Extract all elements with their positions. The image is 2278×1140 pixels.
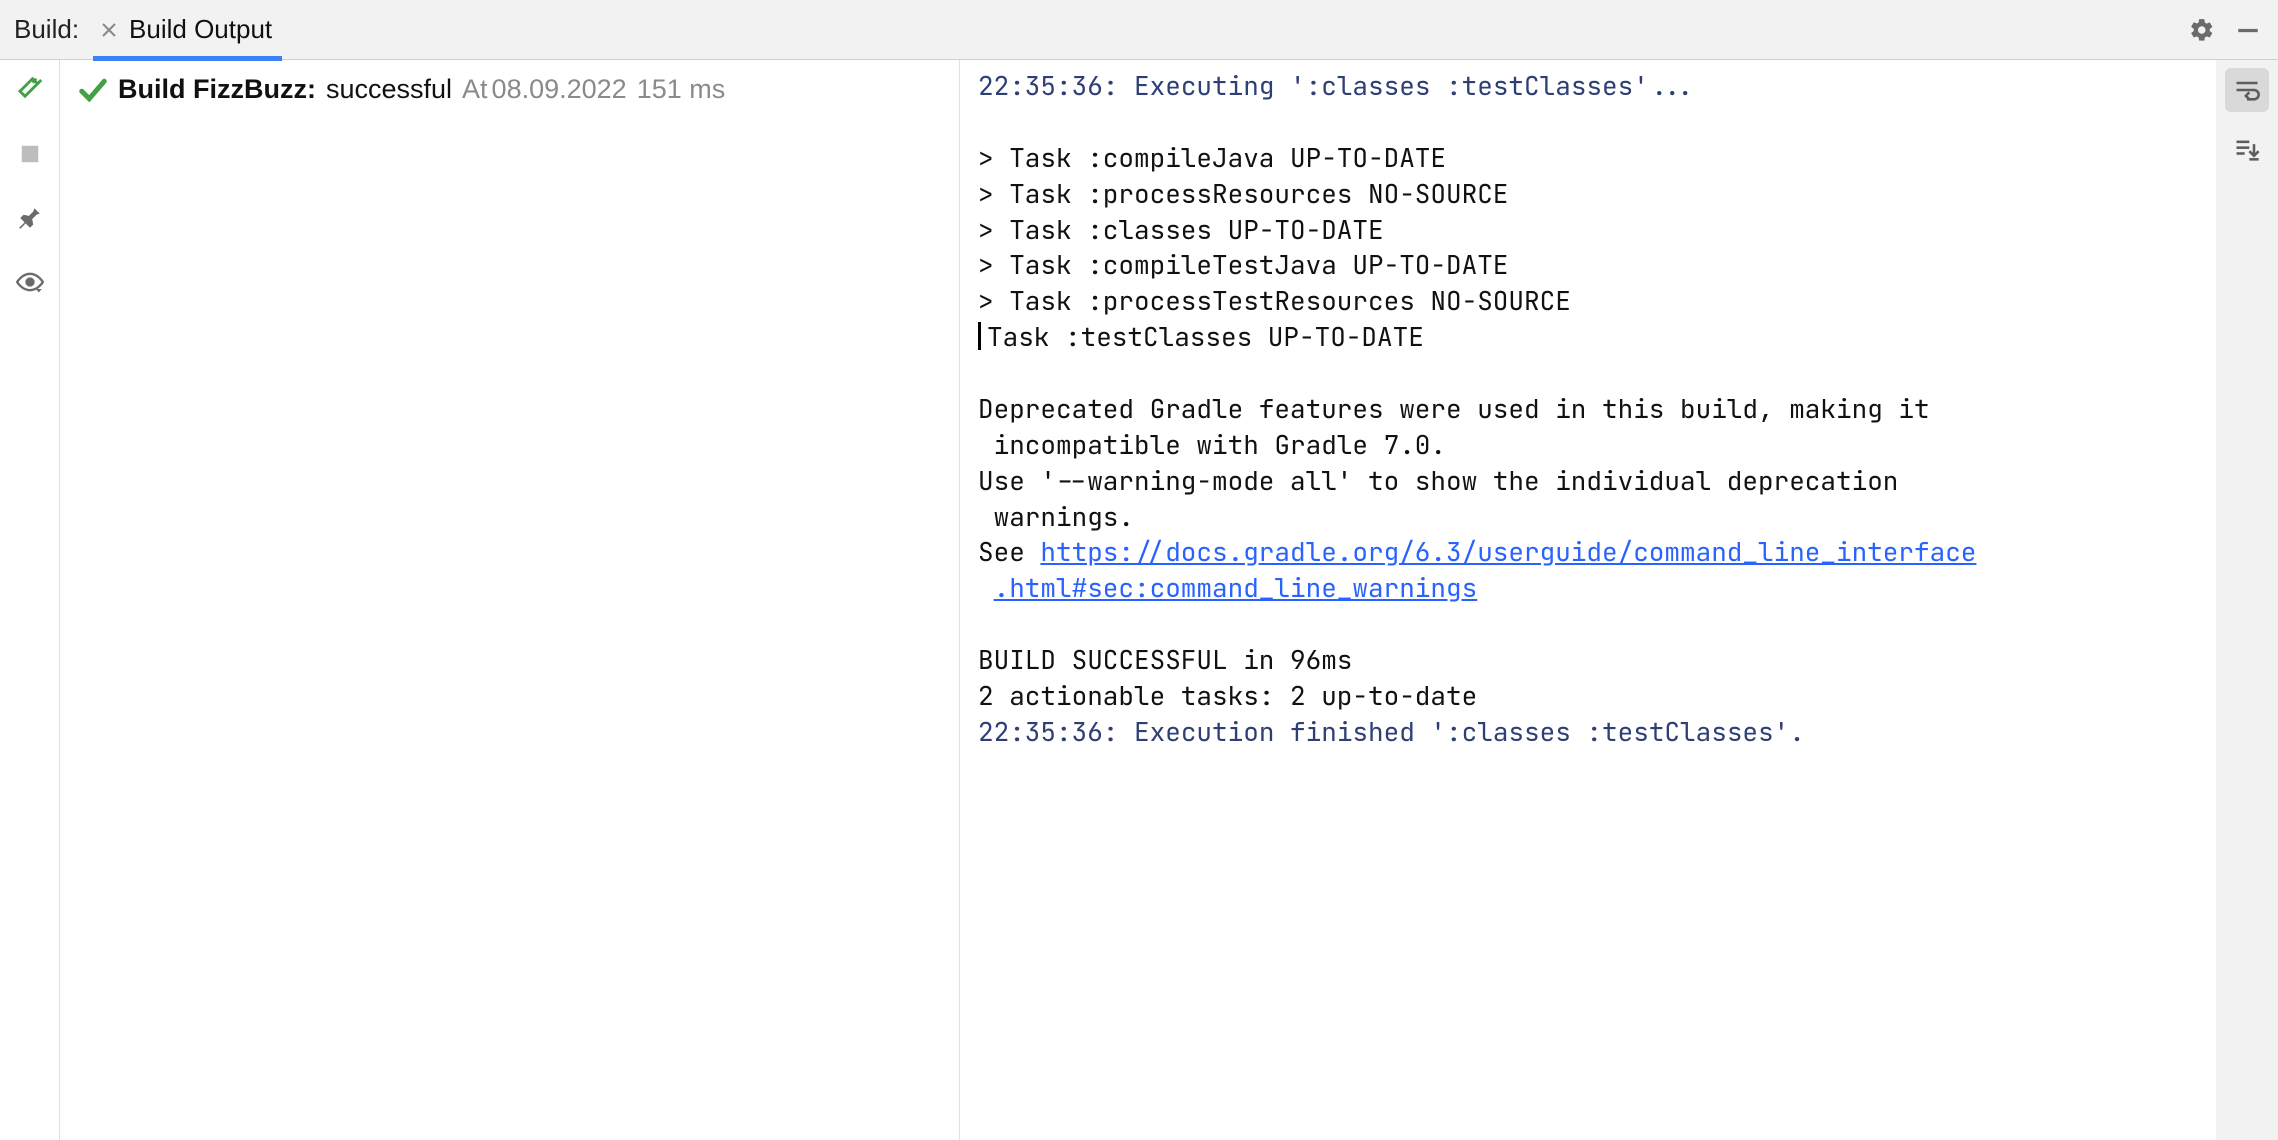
pin-icon[interactable]: [10, 198, 50, 238]
soft-wrap-icon[interactable]: [2225, 68, 2269, 112]
build-duration: 151 ms: [637, 74, 726, 105]
console-task-line: Task :testClasses UP-TO-DATE: [987, 319, 1424, 354]
console-end-msg: Execution finished ':classes :testClasse…: [1134, 714, 1805, 749]
tab-label: Build Output: [129, 14, 272, 45]
build-tree-row[interactable]: Build FizzBuzz: successful At 08.09.2022…: [78, 70, 941, 109]
console-text: incompatible with Gradle 7.0.: [994, 427, 1446, 462]
build-console[interactable]: 22:35:36: Executing ':classes :testClass…: [960, 60, 2216, 1140]
toolwindow-header: Build: Build Output: [0, 0, 2278, 60]
console-link[interactable]: https://docs.gradle.org/6.3/userguide/co…: [1040, 534, 1976, 569]
build-timestamp-prefix: At: [462, 74, 488, 105]
console-task-line: > Task :compileTestJava UP-TO-DATE: [978, 247, 1508, 282]
build-title: Build FizzBuzz:: [118, 74, 316, 105]
console-text: Deprecated Gradle features were used in …: [978, 391, 1930, 426]
scroll-to-end-icon[interactable]: [2225, 128, 2269, 172]
stop-icon[interactable]: [10, 134, 50, 174]
hide-icon[interactable]: [2228, 10, 2268, 50]
build-status: successful: [326, 74, 452, 105]
console-task-line: > Task :processResources NO-SOURCE: [978, 176, 1508, 211]
console-task-line: > Task :classes UP-TO-DATE: [978, 212, 1384, 247]
console-task-line: > Task :compileJava UP-TO-DATE: [978, 140, 1446, 175]
console-text: See: [978, 534, 1040, 569]
console-text: Use '--warning-mode all' to show the ind…: [978, 463, 1898, 498]
right-toolbar: [2216, 60, 2278, 1140]
console-success: BUILD SUCCESSFUL in 96ms: [978, 642, 1352, 677]
show-icon[interactable]: [10, 262, 50, 302]
build-date: 08.09.2022: [492, 74, 627, 105]
console-link[interactable]: .html#sec:command_line_warnings: [994, 570, 1478, 605]
build-icon[interactable]: [10, 70, 50, 110]
tab-build-output[interactable]: Build Output: [93, 0, 282, 60]
success-icon: [78, 75, 108, 105]
toolwindow-title: Build:: [14, 14, 93, 45]
console-actionable: 2 actionable tasks: 2 up-to-date: [978, 678, 1477, 713]
close-tab-icon[interactable]: [99, 20, 119, 40]
console-task-line: > Task :processTestResources NO-SOURCE: [978, 283, 1571, 318]
text-caret: [978, 322, 981, 350]
console-text: warnings.: [994, 499, 1134, 534]
toolwindow-body: Build FizzBuzz: successful At 08.09.2022…: [0, 60, 2278, 1140]
console-end-ts: 22:35:36:: [978, 714, 1118, 749]
console-start-msg: Executing ':classes :testClasses'...: [1134, 68, 1696, 103]
console-start-ts: 22:35:36:: [978, 68, 1118, 103]
left-toolbar: [0, 60, 60, 1140]
settings-icon[interactable]: [2182, 10, 2222, 50]
build-tree-panel[interactable]: Build FizzBuzz: successful At 08.09.2022…: [60, 60, 960, 1140]
